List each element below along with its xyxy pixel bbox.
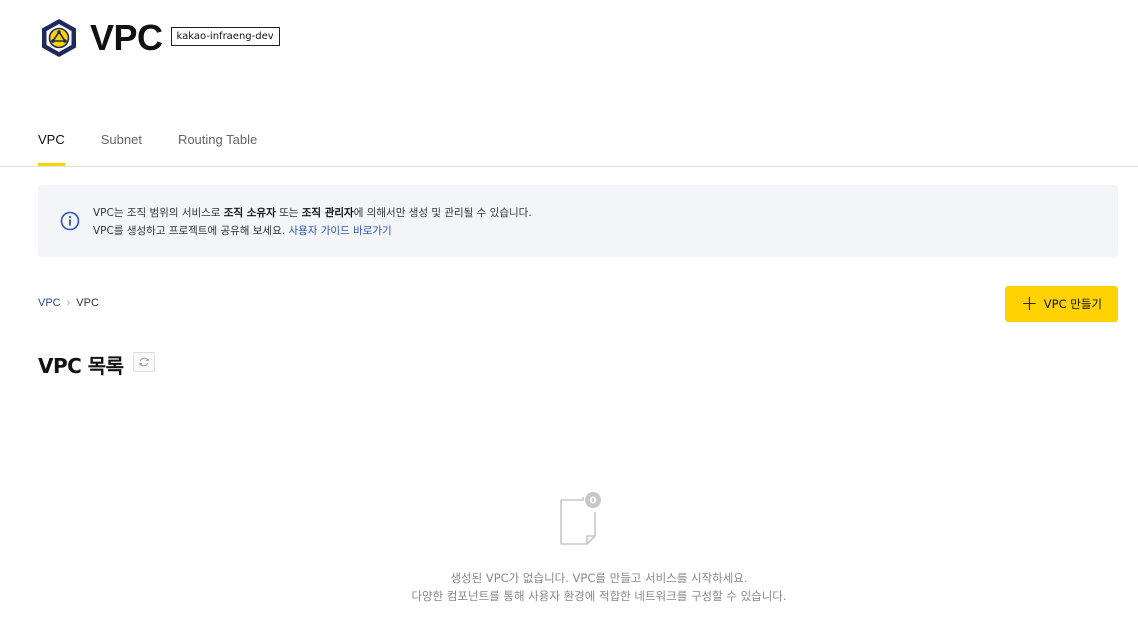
info-icon xyxy=(60,211,80,231)
vpc-list-title: VPC 목록 xyxy=(38,354,124,378)
tab-vpc[interactable]: VPC xyxy=(38,132,65,166)
breadcrumb-separator-icon: › xyxy=(66,297,71,309)
user-guide-link[interactable]: 사용자 가이드 바로가기 xyxy=(288,225,391,237)
empty-message-line-2: 다양한 컴포넌트를 통해 사용자 환경에 적합한 네트워크를 구성할 수 있습니… xyxy=(411,589,787,603)
info-line-2: VPC를 생성하고 프로젝트에 공유해 보세요. 사용자 가이드 바로가기 xyxy=(93,225,392,237)
plus-icon: + xyxy=(1021,291,1038,315)
tab-routing-table[interactable]: Routing Table xyxy=(178,132,257,166)
page-header: VPC kakao-infraeng-dev xyxy=(40,18,280,58)
breadcrumb: VPC › VPC xyxy=(38,297,99,309)
tab-subnet[interactable]: Subnet xyxy=(101,132,142,166)
breadcrumb-root[interactable]: VPC xyxy=(38,297,61,309)
info-notice: VPC는 조직 범위의 서비스로 조직 소유자 또는 조직 관리자에 의해서만 … xyxy=(38,185,1118,257)
create-vpc-button[interactable]: + VPC 만들기 xyxy=(1005,286,1118,322)
vpc-logo-icon xyxy=(42,19,76,57)
breadcrumb-current: VPC xyxy=(76,297,99,309)
create-vpc-label: VPC 만들기 xyxy=(1043,297,1102,311)
project-badge: kakao-infraeng-dev xyxy=(170,26,280,46)
empty-message-line-1: 생성된 VPC가 없습니다. VPC를 만들고 서비스를 시작하세요. xyxy=(450,571,748,585)
tabs-divider xyxy=(0,166,1138,167)
info-line-1: VPC는 조직 범위의 서비스로 조직 소유자 또는 조직 관리자에 의해서만 … xyxy=(93,207,532,219)
empty-count-badge: 0 xyxy=(590,496,597,507)
refresh-icon xyxy=(139,357,149,367)
page-title: VPC xyxy=(90,17,163,58)
tab-bar: VPC Subnet Routing Table xyxy=(38,132,293,166)
info-text: VPC는 조직 범위의 서비스로 조직 소유자 또는 조직 관리자에 의해서만 … xyxy=(93,204,532,240)
refresh-button[interactable] xyxy=(133,352,155,372)
empty-document-icon: 0 xyxy=(560,492,601,545)
